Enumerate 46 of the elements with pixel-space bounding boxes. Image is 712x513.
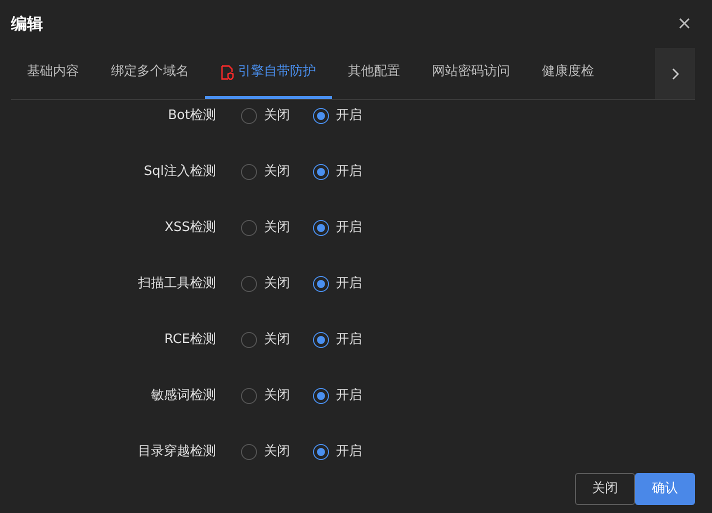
chevron-right-icon bbox=[671, 68, 679, 80]
radio-button[interactable] bbox=[241, 164, 257, 180]
cancel-button[interactable]: 关闭 bbox=[575, 473, 635, 505]
radio-option[interactable]: 关闭 bbox=[241, 162, 290, 182]
radio-button[interactable] bbox=[241, 108, 257, 124]
radio-option[interactable]: 关闭 bbox=[241, 106, 290, 126]
radio-button[interactable] bbox=[241, 444, 257, 460]
radio-option[interactable]: 开启 bbox=[313, 330, 362, 350]
radio-button[interactable] bbox=[313, 388, 329, 404]
radio-option[interactable]: 开启 bbox=[313, 218, 362, 238]
radio-button[interactable] bbox=[241, 388, 257, 404]
radio-option[interactable]: 开启 bbox=[313, 442, 362, 462]
radio-button[interactable] bbox=[313, 164, 329, 180]
tab[interactable]: 绑定多个域名 bbox=[95, 48, 205, 99]
tab[interactable]: 其他配置 bbox=[332, 48, 416, 99]
radio-button[interactable] bbox=[313, 276, 329, 292]
tab[interactable]: 网站密码访问 bbox=[416, 48, 526, 99]
tab[interactable]: 基础内容 bbox=[11, 48, 95, 99]
radio-option[interactable]: 关闭 bbox=[241, 330, 290, 350]
setting-label: Bot检测 bbox=[167, 107, 216, 126]
setting-label: 敏感词检测 bbox=[150, 387, 216, 406]
radio-button[interactable] bbox=[313, 332, 329, 348]
radio-option[interactable]: 开启 bbox=[313, 386, 362, 406]
radio-button[interactable] bbox=[313, 220, 329, 236]
radio-button[interactable] bbox=[241, 276, 257, 292]
close-button[interactable]: × bbox=[676, 15, 692, 33]
radio-button[interactable] bbox=[241, 332, 257, 348]
setting-label: RCE检测 bbox=[163, 331, 216, 350]
radio-button[interactable] bbox=[241, 220, 257, 236]
radio-option[interactable]: 关闭 bbox=[241, 274, 290, 294]
radio-button[interactable] bbox=[313, 108, 329, 124]
confirm-button[interactable]: 确认 bbox=[635, 473, 695, 505]
tab[interactable]: 引擎自带防护 bbox=[205, 48, 332, 99]
radio-option[interactable]: 关闭 bbox=[241, 386, 290, 406]
setting-label: 目录穿越检测 bbox=[137, 443, 216, 462]
radio-button[interactable] bbox=[313, 444, 329, 460]
radio-option[interactable]: 关闭 bbox=[241, 442, 290, 462]
radio-option[interactable]: 开启 bbox=[313, 162, 362, 182]
radio-option[interactable]: 关闭 bbox=[241, 218, 290, 238]
setting-label: Sql注入检测 bbox=[142, 163, 216, 182]
setting-label: XSS检测 bbox=[164, 219, 216, 238]
radio-option[interactable]: 开启 bbox=[313, 274, 362, 294]
setting-label: 扫描工具检测 bbox=[137, 275, 216, 294]
radio-option[interactable]: 开启 bbox=[313, 106, 362, 126]
dialog-title: 编辑 bbox=[11, 13, 43, 35]
tab[interactable]: 健康度检 bbox=[526, 48, 610, 99]
